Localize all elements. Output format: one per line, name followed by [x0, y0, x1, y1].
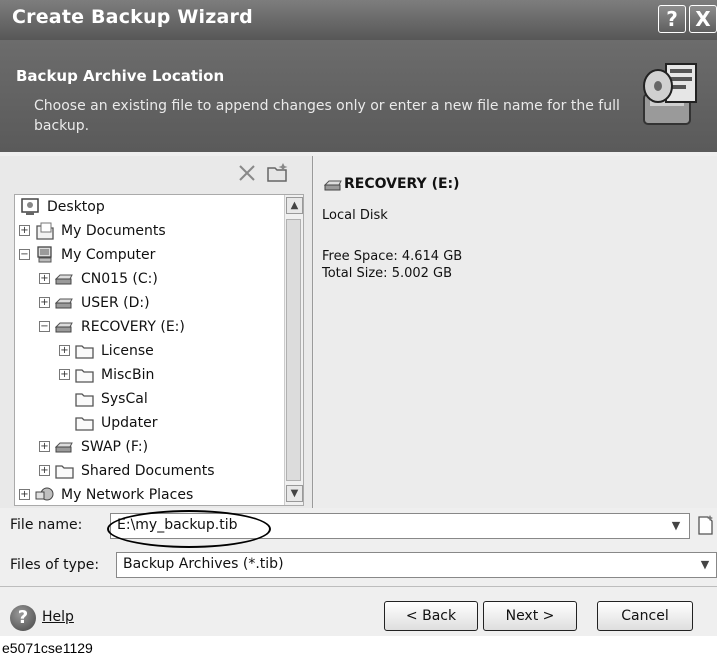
tree-label: My Computer [61, 247, 156, 263]
tree-label: SWAP (F:) [81, 439, 149, 455]
computer-icon [37, 246, 52, 263]
collapse-toggle[interactable]: − [39, 321, 50, 332]
backup-wizard-icon [643, 63, 697, 125]
tree-item-my-computer[interactable]: − My Computer [15, 243, 285, 267]
desktop-icon [21, 198, 39, 215]
drive-icon [55, 298, 73, 309]
wizard-header: Backup Archive Location Choose an existi… [0, 40, 717, 152]
tree-item-miscbin[interactable]: + MiscBin [15, 363, 285, 387]
documents-icon [36, 222, 54, 240]
scroll-down-icon[interactable]: ▼ [286, 485, 303, 502]
tree-item-drive-c[interactable]: + CN015 (C:) [15, 267, 285, 291]
free-space: Free Space: 4.614 GB [322, 249, 463, 264]
new-file-icon[interactable] [696, 514, 716, 536]
close-button[interactable]: X [689, 5, 717, 33]
tree-item-shared-documents[interactable]: + Shared Documents [15, 459, 285, 483]
expand-toggle[interactable]: + [39, 441, 50, 452]
expand-toggle[interactable]: + [59, 369, 70, 380]
figure-caption: e5071cse1129 [2, 640, 93, 656]
next-button[interactable]: Next > [483, 601, 577, 631]
selected-drive-name: RECOVERY (E:) [344, 176, 460, 192]
title-bar: Create Backup Wizard ? X [0, 0, 717, 40]
folder-icon [75, 417, 94, 431]
drive-icon [324, 180, 342, 191]
tree-scrollbar[interactable]: ▲ ▼ [284, 195, 303, 505]
step-title: Backup Archive Location [16, 67, 225, 85]
scroll-thumb[interactable] [286, 219, 301, 481]
file-type-select[interactable]: Backup Archives (*.tib) ▼ [116, 552, 717, 578]
folder-pane: Desktop + My Documents − My Computer + C… [0, 156, 313, 508]
expand-toggle[interactable]: + [19, 225, 30, 236]
folder-icon [75, 393, 94, 407]
tree-item-drive-e[interactable]: − RECOVERY (E:) [15, 315, 285, 339]
scroll-up-icon[interactable]: ▲ [286, 197, 303, 214]
expand-toggle[interactable]: + [39, 273, 50, 284]
help-title-button[interactable]: ? [658, 5, 686, 33]
back-button[interactable]: < Back [384, 601, 478, 631]
help-icon[interactable]: ? [10, 605, 36, 631]
tree-label: USER (D:) [81, 295, 150, 311]
folder-icon [75, 345, 94, 359]
tree-item-my-documents[interactable]: + My Documents [15, 219, 285, 243]
expand-toggle[interactable]: + [39, 465, 50, 476]
tree-item-network-places[interactable]: + My Network Places [15, 483, 285, 505]
tree-item-drive-f[interactable]: + SWAP (F:) [15, 435, 285, 459]
folder-tree[interactable]: Desktop + My Documents − My Computer + C… [14, 194, 304, 506]
separator [0, 586, 717, 587]
expand-toggle[interactable]: + [39, 297, 50, 308]
window-title: Create Backup Wizard [12, 6, 253, 28]
collapse-toggle[interactable]: − [19, 249, 30, 260]
file-type-value: Backup Archives (*.tib) [123, 556, 284, 572]
tree-label: CN015 (C:) [81, 271, 158, 287]
tree-label: Updater [101, 415, 158, 431]
tree-label: My Network Places [61, 487, 194, 503]
cancel-button[interactable]: Cancel [597, 601, 693, 631]
chevron-down-icon[interactable]: ▼ [696, 556, 714, 574]
network-icon [35, 487, 54, 501]
delete-icon[interactable] [238, 164, 256, 182]
folder-icon [75, 369, 94, 383]
total-size: Total Size: 5.002 GB [322, 266, 453, 281]
tree-label: SysCal [101, 391, 148, 407]
highlight-oval [107, 510, 271, 548]
tree-label: My Documents [61, 223, 166, 239]
file-name-label: File name: [10, 517, 83, 533]
drive-icon [55, 322, 73, 333]
drive-icon [55, 274, 73, 285]
tree-item-updater[interactable]: Updater [15, 411, 285, 435]
tree-item-license[interactable]: + License [15, 339, 285, 363]
details-pane: RECOVERY (E:) Local Disk Free Space: 4.6… [314, 156, 717, 508]
tree-label: License [101, 343, 154, 359]
folder-icon [55, 465, 74, 479]
drive-icon [55, 442, 73, 453]
step-description: Choose an existing file to append change… [34, 98, 620, 134]
file-type-label: Files of type: [10, 557, 100, 573]
new-folder-icon[interactable] [266, 162, 290, 184]
tree-item-desktop[interactable]: Desktop [15, 195, 285, 219]
expand-toggle[interactable]: + [59, 345, 70, 356]
expand-toggle[interactable]: + [19, 489, 30, 500]
tree-item-syscal[interactable]: SysCal [15, 387, 285, 411]
tree-label: Shared Documents [81, 463, 215, 479]
tree-label: MiscBin [101, 367, 155, 383]
tree-label: RECOVERY (E:) [81, 319, 185, 335]
help-link[interactable]: Help [42, 609, 74, 625]
chevron-down-icon[interactable]: ▼ [667, 517, 685, 535]
tree-label: Desktop [47, 199, 105, 215]
drive-type: Local Disk [322, 208, 388, 223]
tree-item-drive-d[interactable]: + USER (D:) [15, 291, 285, 315]
wizard-window: Create Backup Wizard ? X Backup Archive … [0, 0, 717, 636]
